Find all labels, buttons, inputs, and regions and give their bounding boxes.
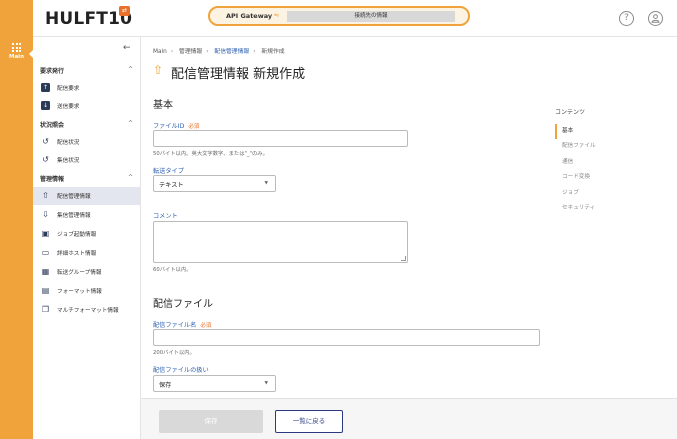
breadcrumb-management[interactable]: 管理情報 xyxy=(179,49,202,55)
file-name-hint: 200バイト以内。 xyxy=(153,350,195,356)
sidebar-item-send-status[interactable]: ↺ 配信状況 xyxy=(33,133,140,151)
comment-label: コメント xyxy=(153,213,178,220)
sidebar-item-label: 配信管理情報 xyxy=(57,194,91,200)
user-icon[interactable] xyxy=(648,11,663,26)
sidebar-item-label: マルチフォーマット情報 xyxy=(57,308,119,314)
main-content: Main › 管理情報 › 配信管理情報 › 新規作成 ⇧ 配信管理情報 新規作成 基… xyxy=(141,37,677,439)
toc-item-basic[interactable]: 基本 xyxy=(555,124,655,140)
file-id-hint: 50バイト以内。英大文字数字、または"_"のみ。 xyxy=(153,151,268,157)
sidebar-item-transfer-group[interactable]: ▦ 転送グループ情報 xyxy=(33,263,140,281)
action-footer: 保存 一覧に戻る xyxy=(141,398,677,439)
logo-badge-icon: ⇄ xyxy=(119,6,130,16)
breadcrumb-send-management[interactable]: 配信管理情報 xyxy=(214,49,249,55)
multi-format-icon: ❐ xyxy=(41,305,50,314)
sidebar-item-label: フォーマット情報 xyxy=(57,289,102,295)
resize-handle-icon[interactable] xyxy=(401,256,406,261)
top-header: HULFT10 ⇄ API Gateway ⇋ 接続先の情報 ? xyxy=(33,0,677,37)
file-name-label: 配信ファイル名 必須 xyxy=(153,322,212,329)
sidebar-item-host-detail[interactable]: ▭ 詳細ホスト情報 xyxy=(33,244,140,262)
breadcrumb: Main › 管理情報 › 配信管理情報 › 新規作成 xyxy=(153,46,289,55)
gateway-status: 接続先の情報 xyxy=(287,11,455,22)
gateway-label: API Gateway xyxy=(226,12,273,20)
toc-item-security[interactable]: セキュリティ xyxy=(555,201,655,216)
sidebar-item-receive-status[interactable]: ↺ 集信状況 xyxy=(33,151,140,169)
toc-item-communication[interactable]: 通信 xyxy=(555,155,655,170)
sidebar-item-label: 集信状況 xyxy=(57,158,80,164)
back-to-list-button[interactable]: 一覧に戻る xyxy=(275,410,343,433)
upload-tray-icon: ⇧ xyxy=(153,63,164,77)
history-icon: ↺ xyxy=(42,137,49,146)
file-id-label: ファイルID 必須 xyxy=(153,123,200,130)
transfer-type-select[interactable]: テキスト ▼ xyxy=(153,175,276,192)
job-icon: ▣ xyxy=(41,229,50,238)
sidebar-item-multi-format[interactable]: ❐ マルチフォーマット情報 xyxy=(33,301,140,319)
file-handling-label: 配信ファイルの扱い xyxy=(153,367,209,374)
breadcrumb-separator: › xyxy=(206,49,209,55)
sidebar-item-label: 配信状況 xyxy=(57,140,80,146)
format-icon: ▤ xyxy=(41,286,50,295)
sidebar-item-label: 転送グループ情報 xyxy=(57,270,102,276)
download-tray-icon: ⇩ xyxy=(42,210,49,219)
toc-item-code-conversion[interactable]: コード変換 xyxy=(555,170,655,185)
sidebar-item-label: 集信管理情報 xyxy=(57,213,91,219)
comment-hint: 60バイト以内。 xyxy=(153,267,192,273)
contents-nav-title: コンテンツ xyxy=(555,109,586,116)
group-icon: ▦ xyxy=(41,267,50,276)
sidebar-item-format[interactable]: ▤ フォーマット情報 xyxy=(33,282,140,300)
sidebar-item-label: ジョブ起動情報 xyxy=(57,232,97,238)
chevron-up-icon[interactable]: ^ xyxy=(128,174,133,181)
save-button[interactable]: 保存 xyxy=(159,410,263,433)
toc-item-job[interactable]: ジョブ xyxy=(555,186,655,201)
collapse-sidebar-icon[interactable]: ← xyxy=(123,43,131,53)
transfer-type-value: テキスト xyxy=(159,182,184,189)
sidebar-section-status[interactable]: 状況照会 xyxy=(40,120,64,129)
help-icon[interactable]: ? xyxy=(619,11,634,26)
sidebar-item-job-start[interactable]: ▣ ジョブ起動情報 xyxy=(33,225,140,243)
history-icon: ↺ xyxy=(42,155,49,164)
chevron-down-icon: ▼ xyxy=(264,181,268,186)
breadcrumb-separator: › xyxy=(253,49,256,55)
sidebar-section-management[interactable]: 管理情報 xyxy=(40,174,64,183)
sidebar-item-receive-management[interactable]: ⇩ 集信管理情報 xyxy=(33,206,140,224)
grid-icon xyxy=(12,43,21,52)
transfer-type-label: 転送タイプ xyxy=(153,168,184,175)
file-id-input[interactable] xyxy=(153,130,408,147)
sidebar-item-send-management[interactable]: ⇧ 配信管理情報 xyxy=(33,187,140,205)
section-heading-basic: 基本 xyxy=(153,100,173,111)
api-gateway-selector[interactable]: API Gateway ⇋ 接続先の情報 xyxy=(208,6,470,26)
breadcrumb-current: 新規作成 xyxy=(261,49,285,55)
sidebar-section-request[interactable]: 要求発行 xyxy=(40,66,64,75)
sidebar-item-label: 配信要求 xyxy=(57,86,80,92)
upload-tray-icon: ⇧ xyxy=(42,191,49,200)
section-heading-file: 配信ファイル xyxy=(153,299,213,310)
sidebar-item-receive-request[interactable]: ↓ 送信要求 xyxy=(33,97,140,115)
chevron-down-icon: ▼ xyxy=(264,381,268,386)
breadcrumb-main[interactable]: Main xyxy=(153,49,167,55)
page-title: 配信管理情報 新規作成 xyxy=(171,67,306,82)
chevron-up-icon[interactable]: ^ xyxy=(128,120,133,127)
comment-textarea[interactable] xyxy=(153,221,408,263)
file-name-input[interactable] xyxy=(153,329,540,346)
contents-nav: コンテンツ 基本 配信ファイル 通信 コード変換 ジョブ セキュリティ xyxy=(555,107,655,216)
host-icon: ▭ xyxy=(41,248,50,257)
sidebar: ← 要求発行 ^ ↑ 配信要求 ↓ 送信要求 状況照会 ^ ↺ 配信状況 ↺ 集… xyxy=(33,37,141,439)
breadcrumb-separator: › xyxy=(170,49,174,55)
toc-item-file[interactable]: 配信ファイル xyxy=(555,139,655,154)
sidebar-item-label: 詳細ホスト情報 xyxy=(57,251,97,257)
link-icon: ⇋ xyxy=(274,12,280,19)
sidebar-item-send-request[interactable]: ↑ 配信要求 xyxy=(33,79,140,97)
file-handling-value: 保存 xyxy=(159,382,172,389)
file-handling-select[interactable]: 保存 ▼ xyxy=(153,375,276,392)
upload-icon: ↑ xyxy=(41,83,50,92)
sidebar-item-label: 送信要求 xyxy=(57,104,80,110)
app-rail: Main xyxy=(0,0,33,439)
chevron-up-icon[interactable]: ^ xyxy=(128,66,133,73)
download-icon: ↓ xyxy=(41,101,50,110)
